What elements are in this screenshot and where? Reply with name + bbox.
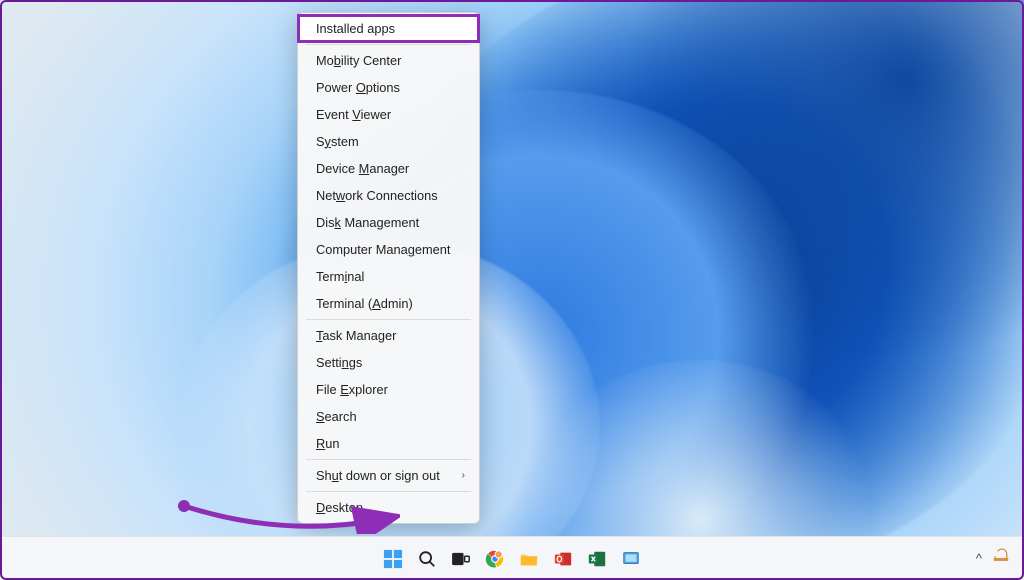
menu-item[interactable]: Search <box>298 403 479 430</box>
menu-item-label: Device Manager <box>316 161 409 176</box>
menu-item[interactable]: Settings <box>298 349 479 376</box>
taskbar: ^ <box>0 536 1024 580</box>
chevron-right-icon: › <box>462 470 465 481</box>
menu-item-label: Terminal <box>316 269 364 284</box>
menu-item[interactable]: Mobility Center <box>298 47 479 74</box>
menu-item[interactable]: System <box>298 128 479 155</box>
menu-item[interactable]: Run <box>298 430 479 457</box>
menu-item[interactable]: Device Manager <box>298 155 479 182</box>
menu-item-label: Power Options <box>316 80 400 95</box>
menu-item-label: Run <box>316 436 339 451</box>
menu-item[interactable]: Shut down or sign out › <box>298 462 479 489</box>
desktop-app-icon[interactable] <box>618 546 644 572</box>
menu-item-label: System <box>316 134 359 149</box>
menu-item-label: Installed apps <box>316 21 395 36</box>
menu-item-label: Desktop <box>316 500 363 515</box>
menu-item-label: Network Connections <box>316 188 438 203</box>
menu-item[interactable]: Power Options <box>298 74 479 101</box>
menu-item[interactable]: Desktop <box>298 494 479 521</box>
menu-item-label: Event Viewer <box>316 107 391 122</box>
desktop-wallpaper[interactable]: Installed apps Mobility Center Power Optio… <box>0 0 1024 536</box>
menu-separator <box>306 459 471 460</box>
tray-overflow-icon[interactable]: ^ <box>976 551 982 566</box>
menu-item-label: Task Manager <box>316 328 396 343</box>
taskbar-center <box>380 546 644 572</box>
menu-separator <box>306 319 471 320</box>
menu-item-label: Settings <box>316 355 362 370</box>
chrome-icon[interactable] <box>482 546 508 572</box>
search-icon[interactable] <box>414 546 440 572</box>
menu-item-label: Search <box>316 409 357 424</box>
folder-icon[interactable] <box>516 546 542 572</box>
menu-item[interactable]: Disk Management <box>298 209 479 236</box>
notification-icon[interactable] <box>992 548 1010 569</box>
menu-item[interactable]: Event Viewer <box>298 101 479 128</box>
menu-item-label: Mobility Center <box>316 53 401 68</box>
menu-item[interactable]: Terminal <box>298 263 479 290</box>
menu-item[interactable]: Network Connections <box>298 182 479 209</box>
menu-item[interactable]: File Explorer <box>298 376 479 403</box>
menu-item[interactable]: Installed apps <box>298 15 479 42</box>
start-icon[interactable] <box>380 546 406 572</box>
menu-separator <box>306 491 471 492</box>
menu-item-label: Computer Management <box>316 242 450 257</box>
menu-item[interactable]: Task Manager <box>298 322 479 349</box>
taskview-icon[interactable] <box>448 546 474 572</box>
outlook-icon[interactable] <box>550 546 576 572</box>
menu-separator <box>306 44 471 45</box>
menu-item-label: File Explorer <box>316 382 388 397</box>
menu-item[interactable]: Terminal (Admin) <box>298 290 479 317</box>
excel-icon[interactable] <box>584 546 610 572</box>
system-tray: ^ <box>976 548 1010 569</box>
menu-item-label: Disk Management <box>316 215 419 230</box>
menu-item-label: Shut down or sign out <box>316 468 440 483</box>
winx-context-menu: Installed apps Mobility Center Power Optio… <box>297 12 480 524</box>
menu-item[interactable]: Computer Management <box>298 236 479 263</box>
menu-item-label: Terminal (Admin) <box>316 296 413 311</box>
